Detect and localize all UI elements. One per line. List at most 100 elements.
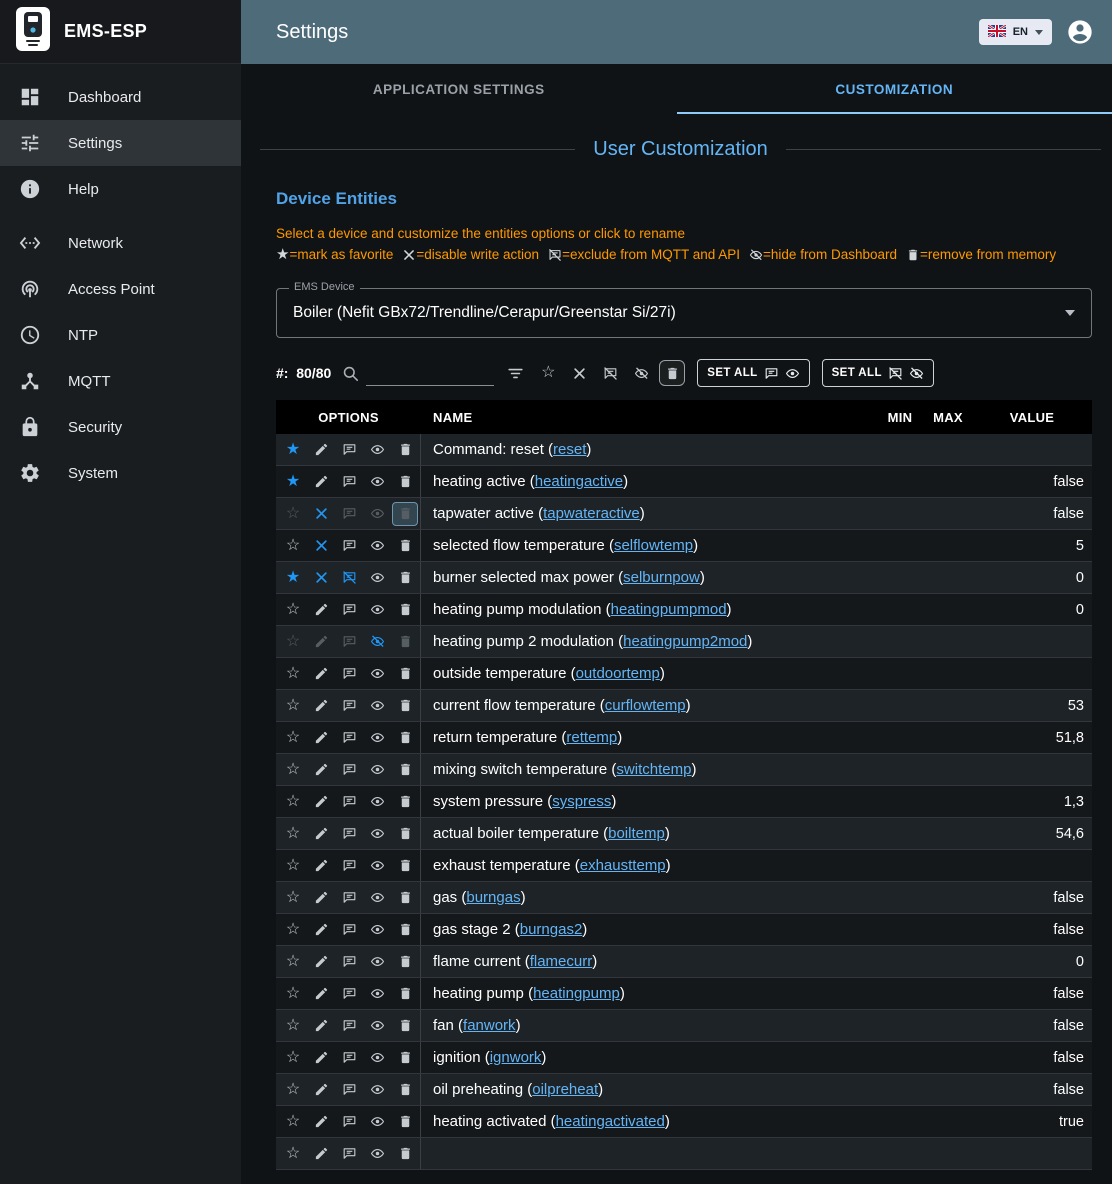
rename-write-toggle[interactable] <box>307 693 335 719</box>
favorite-toggle[interactable]: ☆ <box>279 949 307 975</box>
rename-write-toggle[interactable] <box>307 437 335 463</box>
hide-dashboard-toggle[interactable] <box>363 661 391 687</box>
favorite-toggle[interactable]: ☆ <box>279 533 307 559</box>
hide-dashboard-toggle[interactable] <box>363 501 391 527</box>
favorite-toggle[interactable]: ★ <box>279 565 307 591</box>
favorite-toggle[interactable]: ★ <box>279 469 307 495</box>
rename-write-toggle[interactable] <box>307 533 335 559</box>
favorite-toggle[interactable]: ☆ <box>279 757 307 783</box>
exclude-mqtt-toggle[interactable] <box>335 437 363 463</box>
remove-memory-toggle[interactable] <box>391 981 419 1007</box>
rename-write-toggle[interactable] <box>307 949 335 975</box>
hide-dashboard-toggle[interactable] <box>363 533 391 559</box>
exclude-mqtt-toggle[interactable] <box>335 821 363 847</box>
tab-customization[interactable]: CUSTOMIZATION <box>677 64 1112 114</box>
entity-shortname-link[interactable]: switchtemp <box>616 761 691 778</box>
sidebar-item-security[interactable]: Security <box>0 404 241 450</box>
favorite-toggle[interactable]: ☆ <box>279 1045 307 1071</box>
hide-dashboard-toggle[interactable] <box>363 885 391 911</box>
remove-memory-toggle[interactable] <box>391 757 419 783</box>
entity-shortname-link[interactable]: ignwork <box>490 1049 542 1066</box>
rename-write-toggle[interactable] <box>307 821 335 847</box>
entity-shortname-link[interactable]: fanwork <box>463 1017 516 1034</box>
entity-shortname-link[interactable]: boiltemp <box>608 825 665 842</box>
exclude-mqtt-toggle[interactable] <box>335 1045 363 1071</box>
rename-write-toggle[interactable] <box>307 661 335 687</box>
remove-memory-toggle[interactable] <box>391 437 419 463</box>
sidebar-item-ntp[interactable]: NTP <box>0 312 241 358</box>
rename-write-toggle[interactable] <box>307 789 335 815</box>
remove-memory-toggle[interactable] <box>391 1045 419 1071</box>
filter-exclude-mqtt-toggle[interactable] <box>597 360 623 386</box>
favorite-toggle[interactable]: ☆ <box>279 597 307 623</box>
entity-shortname-link[interactable]: burngas <box>466 889 520 906</box>
remove-memory-toggle[interactable] <box>391 725 419 751</box>
hide-dashboard-toggle[interactable] <box>363 853 391 879</box>
favorite-toggle[interactable]: ☆ <box>279 789 307 815</box>
remove-memory-toggle[interactable] <box>391 693 419 719</box>
exclude-mqtt-toggle[interactable] <box>335 789 363 815</box>
favorite-toggle[interactable]: ☆ <box>279 853 307 879</box>
rename-write-toggle[interactable] <box>307 757 335 783</box>
remove-memory-toggle[interactable] <box>391 1013 419 1039</box>
exclude-mqtt-toggle[interactable] <box>335 853 363 879</box>
remove-memory-toggle[interactable] <box>391 597 419 623</box>
remove-memory-toggle[interactable] <box>391 1141 419 1167</box>
tab-application-settings[interactable]: APPLICATION SETTINGS <box>241 64 677 114</box>
hide-dashboard-toggle[interactable] <box>363 469 391 495</box>
account-button[interactable] <box>1066 18 1094 46</box>
remove-memory-toggle[interactable] <box>391 565 419 591</box>
exclude-mqtt-toggle[interactable] <box>335 501 363 527</box>
rename-write-toggle[interactable] <box>307 1141 335 1167</box>
hide-dashboard-toggle[interactable] <box>363 981 391 1007</box>
entity-shortname-link[interactable]: heatingpumpmod <box>611 601 727 618</box>
favorite-toggle[interactable]: ☆ <box>279 629 307 655</box>
sidebar-item-system[interactable]: System <box>0 450 241 496</box>
set-all-show-button[interactable]: SET ALL <box>697 359 809 387</box>
hide-dashboard-toggle[interactable] <box>363 1077 391 1103</box>
remove-memory-toggle[interactable] <box>391 949 419 975</box>
rename-write-toggle[interactable] <box>307 629 335 655</box>
rename-write-toggle[interactable] <box>307 885 335 911</box>
hide-dashboard-toggle[interactable] <box>363 597 391 623</box>
exclude-mqtt-toggle[interactable] <box>335 629 363 655</box>
favorite-toggle[interactable]: ☆ <box>279 1013 307 1039</box>
exclude-mqtt-toggle[interactable] <box>335 917 363 943</box>
exclude-mqtt-toggle[interactable] <box>335 885 363 911</box>
hide-dashboard-toggle[interactable] <box>363 629 391 655</box>
exclude-mqtt-toggle[interactable] <box>335 469 363 495</box>
entity-shortname-link[interactable]: syspress <box>552 793 611 810</box>
hide-dashboard-toggle[interactable] <box>363 789 391 815</box>
entity-shortname-link[interactable]: rettemp <box>566 729 617 746</box>
rename-write-toggle[interactable] <box>307 565 335 591</box>
sidebar-item-settings[interactable]: Settings <box>0 120 241 166</box>
hide-dashboard-toggle[interactable] <box>363 821 391 847</box>
remove-memory-toggle[interactable] <box>391 853 419 879</box>
exclude-mqtt-toggle[interactable] <box>335 597 363 623</box>
sidebar-item-mqtt[interactable]: MQTT <box>0 358 241 404</box>
hide-dashboard-toggle[interactable] <box>363 1141 391 1167</box>
rename-write-toggle[interactable] <box>307 1109 335 1135</box>
favorite-toggle[interactable]: ☆ <box>279 917 307 943</box>
remove-memory-toggle[interactable] <box>392 502 418 526</box>
rename-write-toggle[interactable] <box>307 1013 335 1039</box>
filter-hide-toggle[interactable] <box>628 360 654 386</box>
exclude-mqtt-toggle[interactable] <box>335 757 363 783</box>
entity-shortname-link[interactable]: curflowtemp <box>605 697 686 714</box>
hide-dashboard-toggle[interactable] <box>363 1109 391 1135</box>
exclude-mqtt-toggle[interactable] <box>335 661 363 687</box>
hide-dashboard-toggle[interactable] <box>363 437 391 463</box>
filter-disable-write-toggle[interactable] <box>566 360 592 386</box>
language-select[interactable]: EN <box>979 19 1052 45</box>
hide-dashboard-toggle[interactable] <box>363 565 391 591</box>
favorite-toggle[interactable]: ☆ <box>279 1077 307 1103</box>
entity-shortname-link[interactable]: oilpreheat <box>532 1081 598 1098</box>
favorite-toggle[interactable]: ☆ <box>279 1109 307 1135</box>
remove-memory-toggle[interactable] <box>391 885 419 911</box>
entity-shortname-link[interactable]: exhausttemp <box>580 857 666 874</box>
exclude-mqtt-toggle[interactable] <box>335 1013 363 1039</box>
entity-shortname-link[interactable]: tapwateractive <box>543 505 640 522</box>
entity-shortname-link[interactable]: heatingactive <box>535 473 623 490</box>
exclude-mqtt-toggle[interactable] <box>335 725 363 751</box>
favorite-toggle[interactable]: ☆ <box>279 885 307 911</box>
